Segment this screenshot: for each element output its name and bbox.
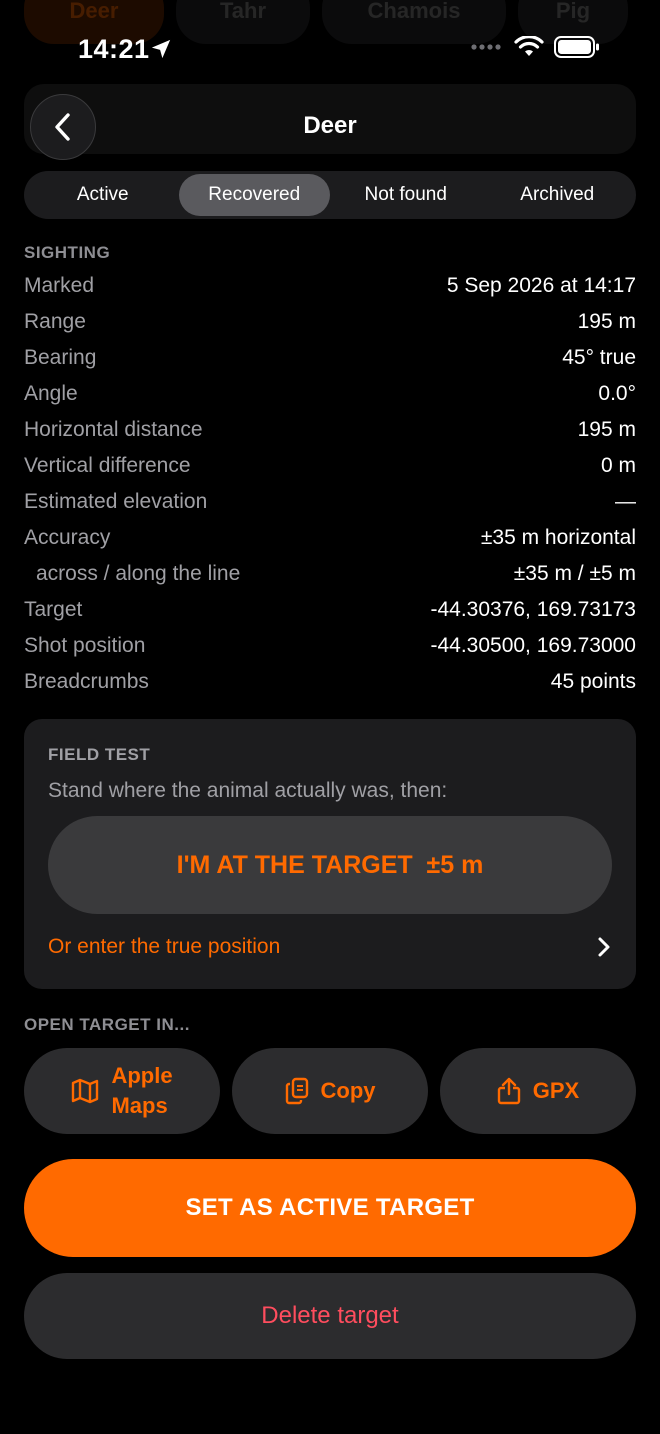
copy-icon [285, 1077, 308, 1105]
detail-row-shot-position: Shot position -44.30500, 169.73000 [24, 628, 636, 664]
row-value: 0.0° [598, 382, 636, 405]
enter-true-position-label: Or enter the true position [48, 935, 281, 958]
copy-button[interactable]: Copy [232, 1048, 428, 1134]
detail-row-bearing: Bearing 45° true [24, 340, 636, 376]
field-test-description: Stand where the animal actually was, the… [48, 779, 448, 802]
row-label: Shot position [24, 634, 146, 657]
field-test-title: FIELD TEST [48, 745, 151, 764]
apple-maps-label-line2: Maps [111, 1093, 168, 1118]
row-label: Target [24, 598, 83, 621]
row-label: Accuracy [24, 526, 111, 549]
app-screen: Deer Tahr Chamois Pig 14:21 Deer Active … [0, 0, 660, 1434]
set-active-target-button[interactable]: SET AS ACTIVE TARGET [24, 1159, 636, 1257]
row-value: ±35 m / ±5 m [513, 562, 636, 585]
row-label: Breadcrumbs [24, 670, 149, 693]
detail-row-horizontal-distance: Horizontal distance 195 m [24, 412, 636, 448]
open-target-buttons: Apple Maps Copy GPX [24, 1048, 636, 1134]
row-value: 45 points [550, 670, 636, 693]
row-value: — [615, 490, 636, 513]
cellular-signal-icon [471, 44, 501, 50]
detail-row-marked: Marked 5 Sep 2026 at 14:17 [24, 268, 636, 304]
row-label: Bearing [24, 346, 97, 369]
row-value: -44.30376, 169.73173 [430, 598, 636, 621]
location-arrow-icon [151, 39, 171, 59]
row-label: Horizontal distance [24, 418, 203, 441]
detail-row-accuracy-across-along: across / along the line ±35 m / ±5 m [24, 556, 636, 592]
battery-icon [554, 36, 599, 58]
gpx-export-button[interactable]: GPX [440, 1048, 636, 1134]
status-bar: 14:21 [0, 0, 660, 96]
im-at-target-button[interactable]: I'M AT THE TARGET ±5 m [48, 816, 612, 914]
row-label: Angle [24, 382, 78, 405]
row-label: Vertical difference [24, 454, 191, 477]
sighting-details-list: Marked 5 Sep 2026 at 14:17 Range 195 m B… [24, 268, 636, 700]
detail-row-breadcrumbs: Breadcrumbs 45 points [24, 664, 636, 700]
row-label: Marked [24, 274, 95, 297]
apple-maps-button[interactable]: Apple Maps [24, 1048, 220, 1134]
map-icon [72, 1078, 99, 1104]
apple-maps-label: Apple Maps [111, 1061, 172, 1121]
status-segmented-control: Active Recovered Not found Archived [24, 171, 636, 219]
detail-row-vertical-difference: Vertical difference 0 m [24, 448, 636, 484]
sighting-section-title: SIGHTING [24, 243, 111, 262]
copy-label: Copy [320, 1078, 376, 1103]
delete-target-button[interactable]: Delete target [24, 1273, 636, 1359]
detail-row-angle: Angle 0.0° [24, 376, 636, 412]
row-value: 195 m [577, 418, 636, 441]
apple-maps-label-line1: Apple [111, 1063, 173, 1088]
detail-row-target: Target -44.30376, 169.73173 [24, 592, 636, 628]
row-label: Estimated elevation [24, 490, 208, 513]
status-indicators [470, 36, 600, 58]
tab-active[interactable]: Active [27, 174, 179, 216]
gpx-label: GPX [532, 1078, 580, 1103]
open-target-section-title: OPEN TARGET IN... [24, 1015, 190, 1034]
tab-recovered[interactable]: Recovered [178, 174, 330, 216]
row-label: across / along the line [36, 562, 241, 585]
row-value: 45° true [562, 346, 636, 369]
tab-archived[interactable]: Archived [482, 174, 634, 216]
detail-row-range: Range 195 m [24, 304, 636, 340]
page-title: Deer [303, 112, 357, 139]
share-icon [497, 1077, 520, 1105]
wifi-icon [514, 36, 544, 56]
row-label: Range [24, 310, 86, 333]
detail-row-estimated-elevation: Estimated elevation — [24, 484, 636, 520]
chevron-right-icon [598, 937, 610, 957]
enter-true-position-link[interactable]: Or enter the true position [48, 932, 612, 962]
row-value: 0 m [600, 454, 636, 477]
row-value: 5 Sep 2026 at 14:17 [446, 274, 636, 297]
detail-row-accuracy: Accuracy ±35 m horizontal [24, 520, 636, 556]
tab-not-found[interactable]: Not found [330, 174, 482, 216]
row-value: 195 m [577, 310, 636, 333]
field-test-card: FIELD TEST Stand where the animal actual… [24, 719, 636, 989]
row-value: -44.30500, 169.73000 [430, 634, 636, 657]
row-value: ±35 m horizontal [480, 526, 636, 549]
status-time: 14:21 [78, 34, 150, 64]
